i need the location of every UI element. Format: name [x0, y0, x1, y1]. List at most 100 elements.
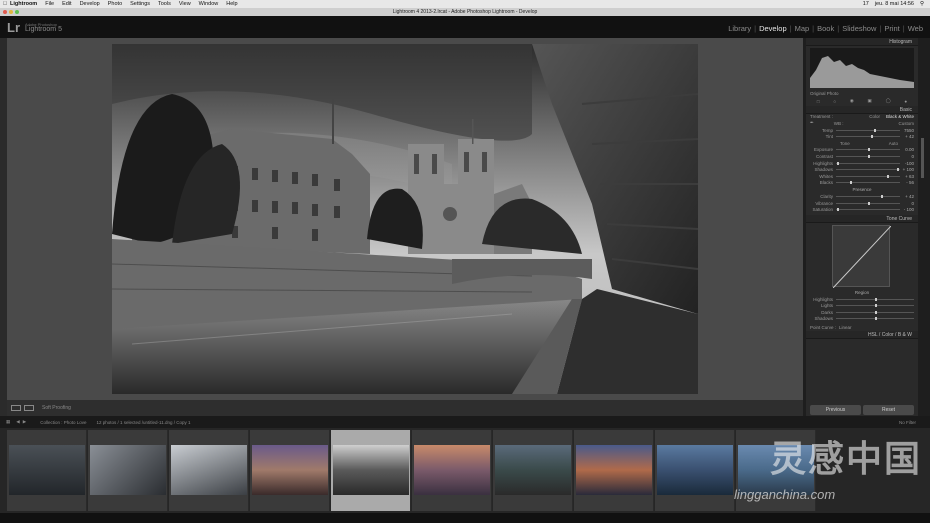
menu-edit[interactable]: Edit [62, 1, 71, 7]
menu-help[interactable]: Help [226, 1, 237, 7]
graduated-filter-icon[interactable]: ▣ [868, 98, 872, 104]
mac-menubar:  Lightroom File Edit Develop Photo Sett… [0, 0, 930, 8]
adjustment-brush-icon[interactable]: ● [904, 99, 907, 104]
menu-settings[interactable]: Settings [130, 1, 150, 7]
temp-slider[interactable]: Temp 7550 [806, 127, 918, 134]
develop-toolbar: Soft Proofing [7, 400, 803, 416]
vibrance-slider[interactable]: Vibrance 0 [806, 200, 918, 207]
point-curve-select[interactable]: Linear [839, 325, 852, 330]
lightroom-logo: Lr [7, 20, 20, 35]
curve-darks-slider[interactable]: Darks [806, 309, 918, 316]
contrast-slider[interactable]: Contrast 0 [806, 153, 918, 160]
tone-curve-header[interactable]: Tone Curve [806, 214, 918, 223]
forward-arrow-icon[interactable]: ▶ [23, 419, 26, 425]
filmstrip-thumb[interactable] [88, 430, 168, 511]
filmstrip-thumb[interactable] [655, 430, 735, 511]
loupe-view-icon[interactable] [11, 405, 21, 411]
clarity-slider[interactable]: Clarity + 42 [806, 193, 918, 200]
eyedropper-icon[interactable]: ✒ [810, 120, 814, 126]
menu-file[interactable]: File [45, 1, 54, 7]
product-title: Lightroom 5 [25, 26, 62, 33]
left-panel-collapsed[interactable] [0, 38, 7, 416]
tone-curve-graph[interactable] [832, 224, 892, 289]
highlights-slider[interactable]: Highlights -100 [806, 160, 918, 167]
hsl-header: HSL / Color / B & W [806, 330, 918, 339]
lightroom-window: { "menubar":{"app":"Lightroom","items":[… [0, 0, 930, 523]
module-map[interactable]: Map [792, 24, 813, 33]
main-photo[interactable] [112, 44, 698, 394]
module-web[interactable]: Web [905, 24, 926, 33]
filmstrip-thumb[interactable] [493, 430, 573, 511]
histogram [810, 48, 914, 88]
filmstrip-thumb[interactable] [412, 430, 492, 511]
window-titlebar: Lightroom 4 2013-2.lrcat - Adobe Photosh… [0, 8, 930, 16]
menu-app[interactable]: Lightroom [10, 1, 37, 7]
window-controls [3, 10, 19, 14]
status-badge[interactable]: 17 [863, 1, 869, 7]
blacks-slider[interactable]: Blacks - 56 [806, 180, 918, 187]
soft-proofing-label[interactable]: Soft Proofing [42, 405, 71, 411]
scrollbar-thumb[interactable] [921, 138, 924, 178]
wb-select[interactable]: Custom [898, 121, 914, 126]
menubar-clock[interactable]: jeu. 8 mai 14:56 [875, 1, 914, 7]
module-print[interactable]: Print [881, 24, 902, 33]
right-panel-scrollbar[interactable] [918, 38, 930, 416]
treatment-row: Treatment : Color Black & White [806, 114, 918, 121]
module-slideshow[interactable]: Slideshow [839, 24, 879, 33]
filmstrip-thumb[interactable] [7, 430, 87, 511]
crop-icon[interactable]: □ [817, 99, 820, 104]
close-icon[interactable] [3, 10, 7, 14]
tab-bw[interactable]: B & W [898, 332, 912, 338]
menu-window[interactable]: Window [199, 1, 219, 7]
original-photo-row: Original Photo [806, 90, 918, 97]
apple-icon[interactable]:  [0, 1, 10, 7]
menu-view[interactable]: View [179, 1, 191, 7]
menu-photo[interactable]: Photo [108, 1, 122, 7]
window-title: Lightroom 4 2013-2.lrcat - Adobe Photosh… [392, 9, 538, 15]
filmstrip-thumb[interactable] [574, 430, 654, 511]
menu-develop[interactable]: Develop [80, 1, 100, 7]
zoom-icon[interactable] [15, 10, 19, 14]
search-icon[interactable]: ⚲ [920, 1, 924, 7]
reset-button[interactable]: Reset [863, 405, 914, 415]
filter-select[interactable]: No Filter [899, 420, 916, 425]
whites-slider[interactable]: Whites + 63 [806, 173, 918, 180]
filmstrip-thumb[interactable] [169, 430, 249, 511]
before-after-icon[interactable] [24, 405, 34, 411]
tool-strip: □ ○ ◉ ▣ ◯ ● [806, 97, 918, 106]
radial-filter-icon[interactable]: ◯ [886, 98, 891, 104]
grid-icon[interactable]: ▦ [6, 419, 10, 425]
tab-hsl[interactable]: HSL [868, 332, 878, 338]
filmstrip-source[interactable]: Collection : Photo Love [40, 420, 86, 425]
exposure-slider[interactable]: Exposure 0.00 [806, 147, 918, 154]
curve-highlights-slider[interactable]: Highlights [806, 296, 918, 303]
region-label: Region [854, 289, 870, 295]
tab-color[interactable]: Color [882, 332, 894, 338]
treatment-color[interactable]: Color [869, 114, 880, 119]
module-library[interactable]: Library [725, 24, 754, 33]
spot-removal-icon[interactable]: ○ [833, 99, 836, 104]
bottom-edge [0, 513, 930, 523]
previous-button[interactable]: Previous [810, 405, 861, 415]
minimize-icon[interactable] [9, 10, 13, 14]
saturation-slider[interactable]: Saturation - 100 [806, 206, 918, 213]
filmstrip-thumb[interactable] [250, 430, 330, 511]
curve-shadows-slider[interactable]: Shadows [806, 316, 918, 323]
right-panel: Histogram Original Photo □ ○ ◉ ▣ ◯ ● Bas… [806, 38, 918, 416]
basic-header[interactable]: Basic [806, 105, 918, 114]
back-arrow-icon[interactable]: ◀ [16, 419, 19, 425]
shadows-slider[interactable]: Shadows + 100 [806, 166, 918, 173]
histogram-header[interactable]: Histogram [806, 38, 918, 46]
watermark-logo-text: 灵感中国 [770, 438, 923, 479]
tint-slider[interactable]: Tint + 42 [806, 133, 918, 140]
original-photo-label: Original Photo [810, 90, 839, 96]
module-develop[interactable]: Develop [756, 24, 790, 33]
module-book[interactable]: Book [814, 24, 837, 33]
module-picker: Library | Develop | Map | Book | Slideshow | … [725, 24, 926, 33]
menu-tools[interactable]: Tools [158, 1, 171, 7]
treatment-bw[interactable]: Black & White [886, 114, 914, 119]
filmstrip-thumb-selected[interactable] [331, 430, 411, 511]
auto-tone[interactable]: Auto [889, 141, 898, 146]
red-eye-icon[interactable]: ◉ [850, 98, 854, 104]
curve-lights-slider[interactable]: Lights [806, 303, 918, 310]
